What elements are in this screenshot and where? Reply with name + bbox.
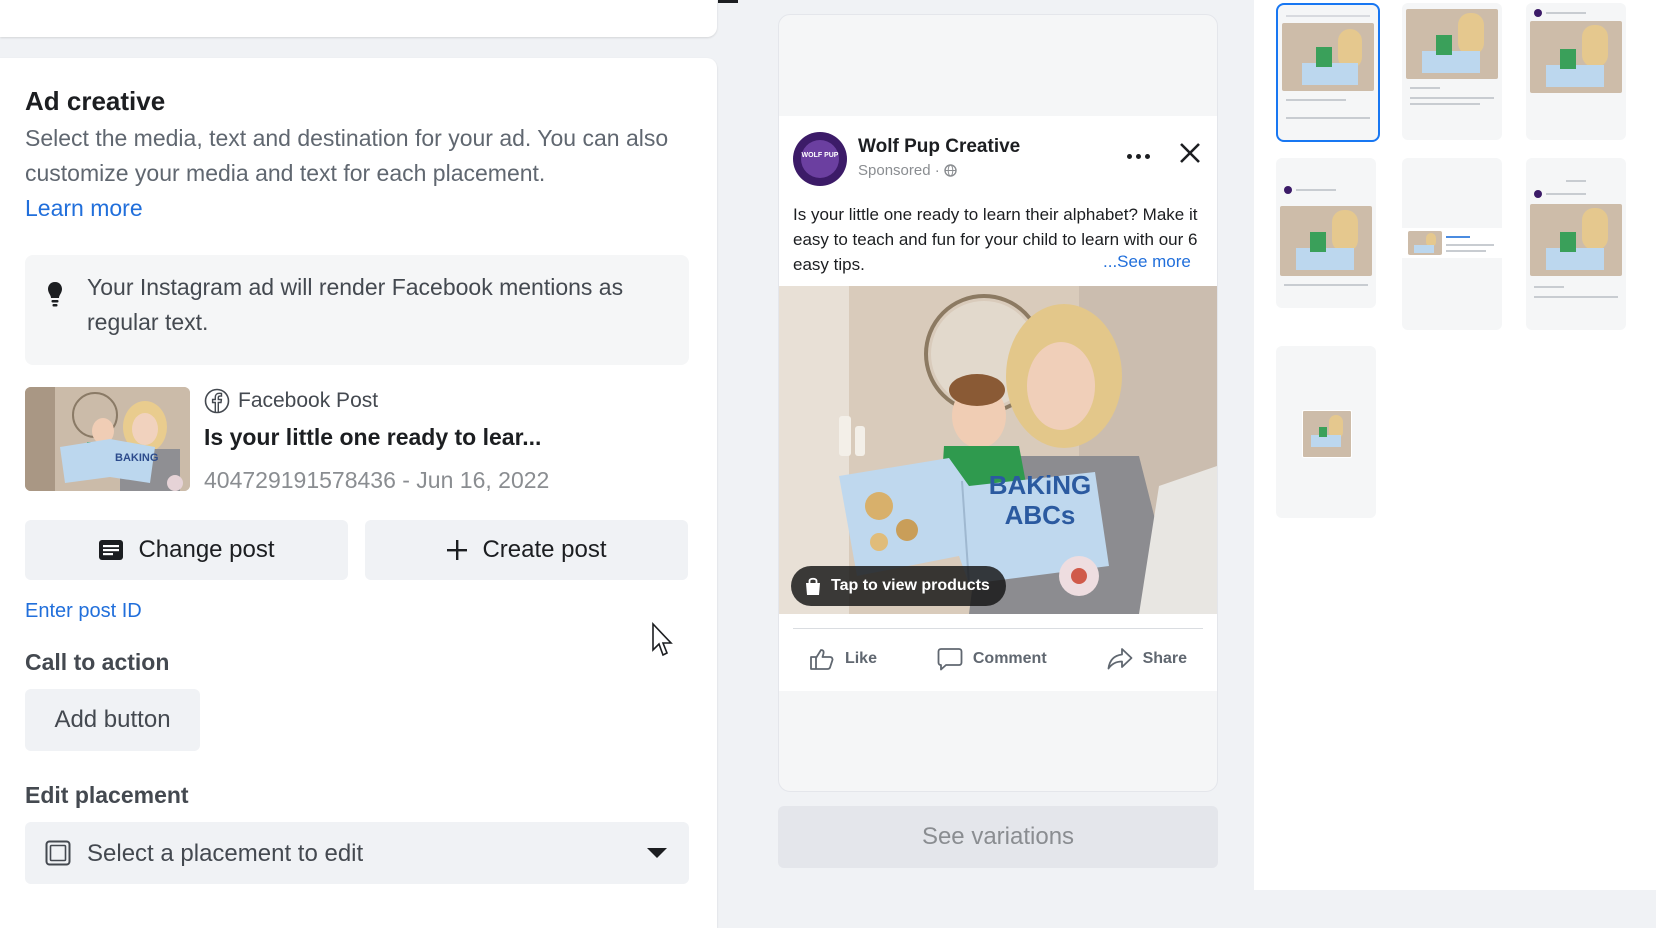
create-post-label: Create post [482,536,607,563]
enter-post-id-link[interactable]: Enter post ID [25,600,142,623]
placement-thumbnail-explore[interactable] [1526,158,1626,330]
close-icon[interactable] [1179,142,1201,164]
thumbs-up-icon [810,649,834,670]
shopping-bag-icon [806,577,820,595]
change-post-button[interactable]: Change post [25,520,348,580]
see-more-link[interactable]: ...See more [1101,252,1191,272]
add-button[interactable]: Add button [25,689,200,751]
placement-thumbnail-right-column[interactable] [1402,158,1502,330]
cta-label: Call to action [25,649,170,675]
add-button-label: Add button [54,706,171,733]
description-text: Select the media, text and destination f… [25,125,669,186]
post-image: BAKiNG ABCs Tap to view products [779,286,1217,614]
globe-icon [944,164,957,177]
facebook-icon [204,388,230,414]
mouse-cursor-icon [652,622,673,657]
create-post-button[interactable]: Create post [365,520,688,580]
notice-text: Your Instagram ad will render Facebook m… [87,274,624,335]
comment-button[interactable]: Comment [937,647,1047,671]
divider [793,628,1203,629]
svg-text:BAKING: BAKING [115,452,158,464]
placement-icon [45,840,71,866]
book-title: BAKiNG ABCs [988,470,1092,530]
sponsored-text: Sponsored · [858,162,940,179]
see-variations-button[interactable]: See variations [778,806,1218,868]
placement-select[interactable]: Select a placement to edit [25,822,689,884]
placement-thumbnail-marketplace[interactable] [1526,3,1626,140]
instagram-mentions-notice: Your Instagram ad will render Facebook m… [25,255,689,365]
ad-editor-panel: Ad creative Select the media, text and d… [0,0,718,928]
previous-card [0,0,717,37]
comment-icon [937,648,963,671]
placement-thumbnail-video-feeds[interactable] [1276,158,1376,308]
sponsored-label: Sponsored · [858,162,957,179]
tap-to-view-products-button[interactable]: Tap to view products [791,566,1006,606]
post-source: Facebook Post [204,386,378,416]
post-title: Is your little one ready to lear... [204,424,542,450]
placement-thumbnails [1254,0,1656,890]
section-title: Ad creative [25,86,166,116]
page-name[interactable]: Wolf Pup Creative [858,136,1020,158]
post-icon [99,540,124,560]
avatar: WOLF PUP [793,132,847,186]
tap-to-view-products-label: Tap to view products [831,577,990,594]
chevron-down-icon [647,848,667,858]
post-thumbnail: BAKING [25,387,190,491]
placement-thumbnail-instagram-feed[interactable] [1402,3,1502,140]
section-description: Select the media, text and destination f… [25,121,685,226]
post-actions: Like Comment Share [779,636,1217,682]
lightbulb-icon [48,282,62,307]
more-options-icon[interactable] [1127,154,1150,159]
share-button[interactable]: Share [1107,647,1187,671]
like-button[interactable]: Like [809,647,877,671]
placement-select-value: Select a placement to edit [87,840,364,867]
feed-preview: WOLF PUP Wolf Pup Creative Sponsored · I… [778,14,1218,792]
share-label: Share [1142,650,1188,667]
plus-icon [447,540,468,560]
placement-thumbnail-search[interactable] [1276,346,1376,518]
avatar-text: WOLF PUP [801,152,839,159]
placement-thumbnail-feed[interactable] [1276,3,1380,142]
change-post-label: Change post [138,536,275,563]
share-icon [1107,648,1132,670]
sponsored-post: WOLF PUP Wolf Pup Creative Sponsored · I… [779,116,1217,691]
post-source-label: Facebook Post [238,389,379,412]
learn-more-link[interactable]: Learn more [25,195,143,221]
like-label: Like [844,650,877,667]
post-id-date: 404729191578436 - Jun 16, 2022 [204,467,550,493]
edit-placement-label: Edit placement [25,782,189,808]
comment-label: Comment [972,650,1047,667]
